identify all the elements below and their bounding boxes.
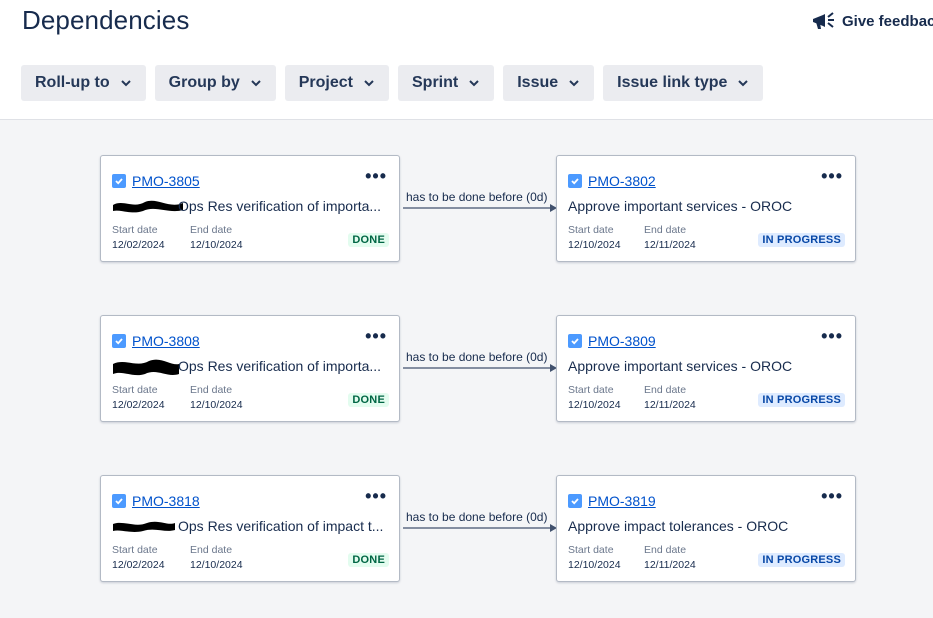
issue-card-target[interactable]: PMO-3819 ••• Approve impact tolerances -… xyxy=(556,475,856,582)
start-date-label: Start date xyxy=(112,384,158,396)
give-feedback-button[interactable]: Give feedbac xyxy=(811,10,933,32)
status-badge: IN PROGRESS xyxy=(758,233,845,247)
start-date-label: Start date xyxy=(568,544,614,556)
story-checkbox-icon xyxy=(112,494,126,508)
start-date-label: Start date xyxy=(568,384,614,396)
chevron-down-icon xyxy=(738,80,749,87)
end-date-value: 12/10/2024 xyxy=(190,399,243,411)
issue-summary: Ops Res verification of importa... xyxy=(178,358,382,374)
groupby-filter-button[interactable]: Group by xyxy=(154,65,276,101)
rollup-filter-button[interactable]: Roll-up to xyxy=(21,65,146,101)
end-date-value: 12/10/2024 xyxy=(190,239,243,251)
project-filter-label: Project xyxy=(298,74,353,91)
issue-card-source[interactable]: PMO-3805 ••• Ops Res verification of imp… xyxy=(100,155,400,262)
more-actions-icon[interactable]: ••• xyxy=(821,327,843,345)
issue-key-link[interactable]: PMO-3809 xyxy=(588,333,656,349)
sprint-filter-button[interactable]: Sprint xyxy=(398,65,495,101)
issue-key-link[interactable]: PMO-3818 xyxy=(132,493,200,509)
chevron-down-icon xyxy=(251,80,261,87)
start-date-value: 12/10/2024 xyxy=(568,399,621,411)
dependency-canvas: PMO-3805 ••• Ops Res verification of imp… xyxy=(0,119,933,618)
status-badge: IN PROGRESS xyxy=(758,393,845,407)
story-checkbox-icon xyxy=(112,334,126,348)
chevron-down-icon xyxy=(364,80,374,87)
link-type-label: has to be done before (0d) xyxy=(406,350,548,364)
chevron-down-icon xyxy=(469,80,479,87)
issue-filter-label: Issue xyxy=(517,74,559,91)
start-date-label: Start date xyxy=(568,224,614,236)
end-date-value: 12/11/2024 xyxy=(644,559,696,571)
issue-summary: Approve impact tolerances - OROC xyxy=(568,518,789,534)
issue-filter-button[interactable]: Issue xyxy=(503,65,595,101)
end-date-value: 12/10/2024 xyxy=(190,559,243,571)
end-date-label: End date xyxy=(190,544,233,556)
status-badge: IN PROGRESS xyxy=(758,553,845,567)
issue-summary: Ops Res verification of impact t... xyxy=(178,518,384,534)
start-date-value: 12/10/2024 xyxy=(568,559,621,571)
issue-key-link[interactable]: PMO-3805 xyxy=(132,173,200,189)
start-date-label: Start date xyxy=(112,544,158,556)
more-actions-icon[interactable]: ••• xyxy=(365,167,387,185)
story-checkbox-icon xyxy=(568,174,582,188)
more-actions-icon[interactable]: ••• xyxy=(821,167,843,185)
issue-link-type-filter-label: Issue link type xyxy=(617,74,728,91)
filter-bar: Roll-up to Group by Project Sprint Issue… xyxy=(21,65,764,101)
megaphone-icon xyxy=(811,10,835,32)
start-date-value: 12/10/2024 xyxy=(568,239,621,251)
issue-card-source[interactable]: PMO-3808 ••• Ops Res verification of imp… xyxy=(100,315,400,422)
start-date-value: 12/02/2024 xyxy=(112,239,165,251)
issue-card-target[interactable]: PMO-3802 ••• Approve important services … xyxy=(556,155,856,262)
issue-key-link[interactable]: PMO-3802 xyxy=(588,173,656,189)
project-filter-button[interactable]: Project xyxy=(284,65,389,101)
end-date-value: 12/11/2024 xyxy=(644,239,696,251)
start-date-value: 12/02/2024 xyxy=(112,399,165,411)
start-date-label: Start date xyxy=(112,224,158,236)
status-badge: DONE xyxy=(348,553,389,567)
end-date-label: End date xyxy=(190,384,233,396)
end-date-value: 12/11/2024 xyxy=(644,399,696,411)
end-date-label: End date xyxy=(190,224,233,236)
issue-summary: Approve important services - OROC xyxy=(568,198,793,214)
issue-card-source[interactable]: PMO-3818 ••• Ops Res verification of imp… xyxy=(100,475,400,582)
rollup-filter-label: Roll-up to xyxy=(35,74,110,91)
issue-key-link[interactable]: PMO-3819 xyxy=(588,493,656,509)
issue-key-link[interactable]: PMO-3808 xyxy=(132,333,200,349)
more-actions-icon[interactable]: ••• xyxy=(365,487,387,505)
issue-card-target[interactable]: PMO-3809 ••• Approve important services … xyxy=(556,315,856,422)
end-date-label: End date xyxy=(644,384,687,396)
chevron-down-icon xyxy=(569,80,579,87)
link-type-label: has to be done before (0d) xyxy=(406,510,548,524)
groupby-filter-label: Group by xyxy=(168,74,240,91)
story-checkbox-icon xyxy=(568,494,582,508)
page-title: Dependencies xyxy=(22,5,190,35)
chevron-down-icon xyxy=(120,80,131,87)
issue-summary: Ops Res verification of importa... xyxy=(178,198,382,214)
story-checkbox-icon xyxy=(112,174,126,188)
issue-summary: Approve important services - OROC xyxy=(568,358,793,374)
status-badge: DONE xyxy=(348,393,389,407)
link-type-label: has to be done before (0d) xyxy=(406,190,548,204)
start-date-value: 12/02/2024 xyxy=(112,559,165,571)
end-date-label: End date xyxy=(644,544,687,556)
more-actions-icon[interactable]: ••• xyxy=(821,487,843,505)
end-date-label: End date xyxy=(644,224,687,236)
story-checkbox-icon xyxy=(568,334,582,348)
issue-link-type-filter-button[interactable]: Issue link type xyxy=(603,65,764,101)
more-actions-icon[interactable]: ••• xyxy=(365,327,387,345)
give-feedback-label: Give feedbac xyxy=(842,12,933,30)
status-badge: DONE xyxy=(348,233,389,247)
sprint-filter-label: Sprint xyxy=(412,74,459,91)
